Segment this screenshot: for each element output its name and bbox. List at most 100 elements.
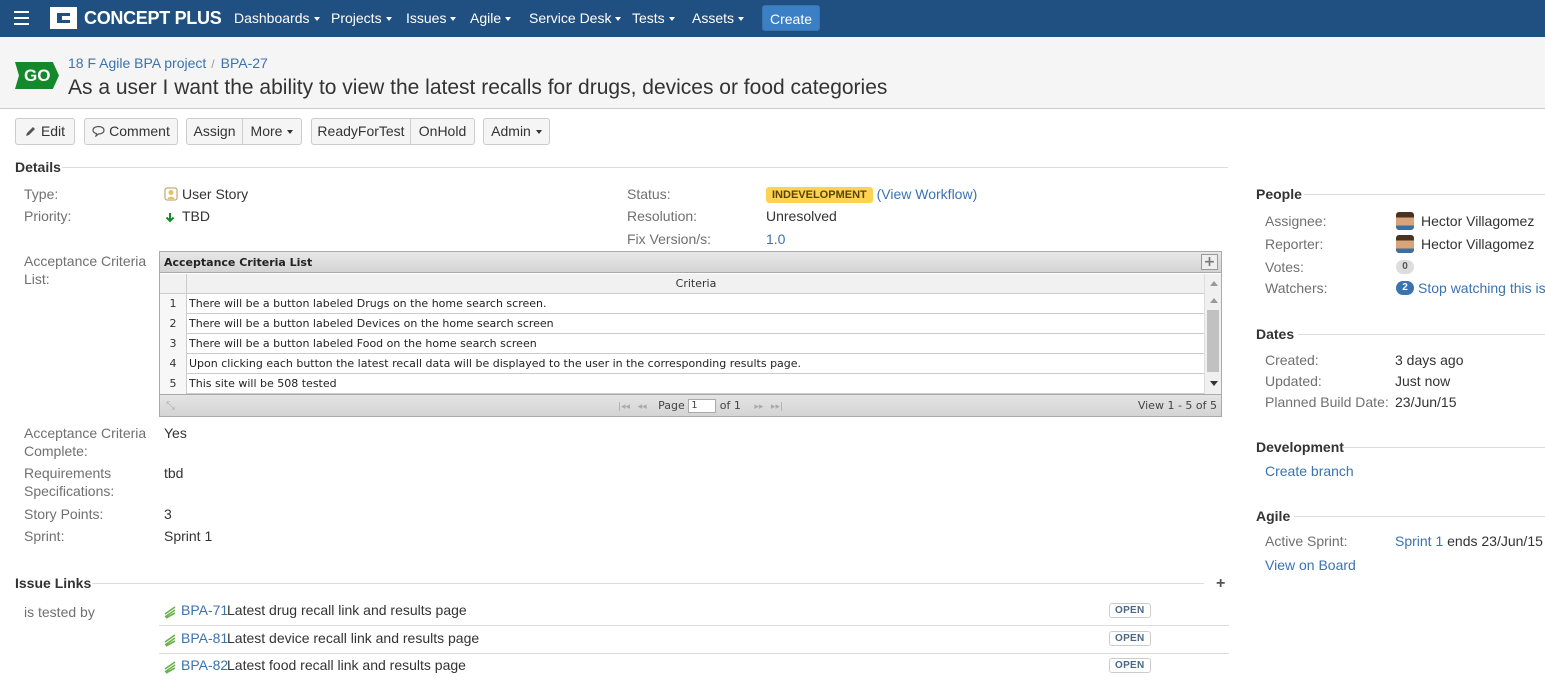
view-count: View 1 - 5 of 5: [1137, 399, 1217, 412]
nav-issues[interactable]: Issues: [406, 10, 457, 26]
issue-links-heading[interactable]: Issue Links: [15, 575, 91, 591]
watchers-count[interactable]: 2: [1396, 281, 1414, 295]
admin-button[interactable]: Admin: [483, 118, 550, 145]
criteria-cell[interactable]: Upon clicking each button the latest rec…: [189, 354, 1202, 374]
agile-divider: [1294, 516, 1545, 517]
first-page-icon[interactable]: |◂◂: [618, 402, 630, 412]
linked-issue-status: OPEN: [1109, 631, 1151, 646]
reporter-avatar[interactable]: [1396, 235, 1414, 253]
breadcrumb-project-link[interactable]: 18 F Agile BPA project: [68, 55, 206, 71]
acceptance-list-label-line-2: List:: [24, 271, 50, 287]
row-number-header: [160, 274, 187, 294]
fix-version-link[interactable]: 1.0: [766, 231, 785, 247]
requirements-value[interactable]: tbd: [164, 465, 183, 481]
nav-assets[interactable]: Assets: [692, 10, 745, 26]
more-button[interactable]: More: [243, 118, 302, 145]
scrollbar-thumb[interactable]: [1207, 310, 1219, 372]
assignee-value[interactable]: Hector Villagomez: [1421, 213, 1534, 229]
details-heading[interactable]: Details: [15, 159, 61, 175]
fix-version-label: Fix Version/s:: [627, 231, 712, 247]
add-row-plus-icon[interactable]: +: [1201, 254, 1218, 270]
table-row[interactable]: 4 Upon clicking each button the latest re…: [160, 354, 1204, 374]
dates-heading[interactable]: Dates: [1256, 326, 1294, 342]
reporter-label: Reporter:: [1265, 236, 1324, 252]
development-heading[interactable]: Development: [1256, 439, 1344, 455]
issue-link-row[interactable]: BPA-71 Latest drug recall link and resul…: [159, 598, 1229, 626]
updated-label: Updated:: [1265, 373, 1322, 389]
add-link-plus-icon[interactable]: +: [1216, 576, 1225, 592]
acceptance-complete-value[interactable]: Yes: [164, 425, 187, 441]
linked-issue-key[interactable]: BPA-82: [181, 657, 228, 673]
nav-projects[interactable]: Projects: [331, 10, 392, 26]
nav-agile[interactable]: Agile: [470, 10, 512, 26]
stop-watching-link[interactable]: Stop watching this issue: [1418, 280, 1545, 296]
more-button-label: More: [250, 123, 283, 139]
scroll-down-arrow-icon[interactable]: [1210, 381, 1218, 386]
pencil-icon: [25, 127, 35, 136]
view-on-board-link[interactable]: View on Board: [1265, 557, 1356, 573]
project-avatar-go-icon[interactable]: GO: [15, 62, 59, 89]
criteria-cell[interactable]: There will be a button labeled Devices o…: [189, 314, 1202, 334]
last-page-icon[interactable]: ▸▸|: [771, 402, 783, 412]
row-number: 3: [160, 334, 187, 354]
nav-dashboards[interactable]: Dashboards: [234, 10, 320, 26]
linked-issue-status: OPEN: [1109, 658, 1151, 673]
linked-issue-key[interactable]: BPA-81: [181, 630, 228, 646]
chevron-down-icon: [738, 17, 745, 22]
scroll-up-arrow-icon[interactable]: [1210, 281, 1218, 286]
view-workflow-link[interactable]: (View Workflow): [877, 186, 978, 202]
issue-link-row[interactable]: BPA-82 Latest food recall link and resul…: [159, 653, 1229, 681]
type-value: User Story: [164, 186, 248, 202]
prev-page-icon[interactable]: ◂◂: [638, 402, 647, 412]
story-points-value[interactable]: 3: [164, 506, 172, 522]
active-sprint-link[interactable]: Sprint 1: [1395, 533, 1443, 549]
menu-icon[interactable]: [14, 11, 29, 29]
linked-issue-key[interactable]: BPA-71: [181, 602, 228, 618]
table-row[interactable]: 2 There will be a button labeled Devices …: [160, 314, 1204, 334]
comment-button[interactable]: Comment: [84, 118, 178, 145]
agile-heading[interactable]: Agile: [1256, 508, 1290, 524]
planned-build-date-value[interactable]: 23/Jun/15: [1395, 394, 1457, 410]
people-heading[interactable]: People: [1256, 186, 1302, 202]
requirements-label-line-2: Specifications:: [24, 483, 115, 499]
criteria-cell[interactable]: There will be a button labeled Drugs on …: [189, 294, 1202, 314]
on-hold-button[interactable]: OnHold: [411, 118, 475, 145]
linked-issue-summary[interactable]: Latest drug recall link and results page: [227, 602, 467, 618]
linked-issue-status: OPEN: [1109, 603, 1151, 618]
reporter-value[interactable]: Hector Villagomez: [1421, 236, 1534, 252]
comment-icon: [92, 125, 105, 138]
resolution-value: Unresolved: [766, 208, 837, 224]
create-button[interactable]: Create: [762, 5, 820, 31]
sprint-value[interactable]: Sprint 1: [164, 528, 212, 544]
issue-links-divider: [92, 583, 1204, 584]
table-row[interactable]: 1 There will be a button labeled Drugs on…: [160, 294, 1204, 314]
issue-title[interactable]: As a user I want the ability to view the…: [68, 76, 887, 100]
ready-for-test-button[interactable]: ReadyForTest: [311, 118, 411, 145]
votes-label: Votes:: [1265, 259, 1304, 275]
create-branch-link[interactable]: Create branch: [1265, 463, 1354, 479]
requirements-label-line-1: Requirements: [24, 465, 112, 481]
resize-icon[interactable]: ⤡: [166, 395, 175, 416]
assign-button[interactable]: Assign: [186, 118, 243, 145]
link-relation-label: is tested by: [24, 604, 95, 620]
next-page-icon[interactable]: ▸▸: [754, 402, 763, 412]
votes-count[interactable]: 0: [1396, 260, 1414, 274]
scroll-up-arrow-icon[interactable]: [1210, 298, 1218, 303]
breadcrumb-issue-key-link[interactable]: BPA-27: [221, 55, 268, 71]
table-row[interactable]: 5 This site will be 508 tested: [160, 374, 1204, 394]
issue-link-row[interactable]: BPA-81 Latest device recall link and res…: [159, 626, 1229, 654]
criteria-cell[interactable]: This site will be 508 tested: [189, 374, 1202, 394]
planned-build-date-label: Planned Build Date:: [1265, 394, 1389, 410]
page-number-input[interactable]: 1: [688, 399, 717, 413]
edit-button[interactable]: Edit: [15, 118, 75, 145]
table-row[interactable]: 3 There will be a button labeled Food on …: [160, 334, 1204, 354]
assignee-avatar[interactable]: [1396, 212, 1414, 230]
criteria-cell[interactable]: There will be a button labeled Food on t…: [189, 334, 1202, 354]
status-lozenge: INDEVELOPMENT: [766, 187, 873, 203]
nav-service-desk[interactable]: Service Desk: [529, 10, 622, 26]
criteria-column-header[interactable]: Criteria: [188, 274, 1204, 294]
nav-tests[interactable]: Tests: [632, 10, 675, 26]
linked-issue-summary[interactable]: Latest device recall link and results pa…: [227, 630, 479, 646]
grid-vertical-scrollbar[interactable]: [1204, 274, 1221, 394]
linked-issue-summary[interactable]: Latest food recall link and results page: [227, 657, 466, 673]
